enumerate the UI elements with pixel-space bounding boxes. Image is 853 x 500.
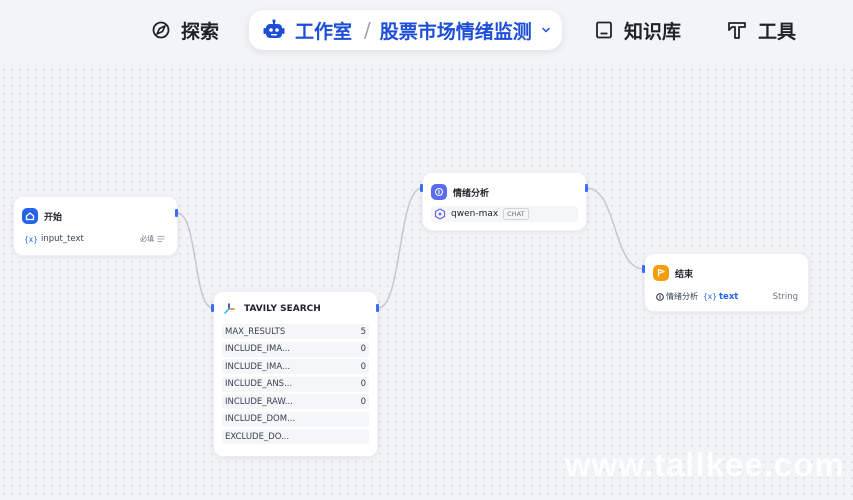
param-row: EXCLUDE_DO... (222, 429, 369, 444)
start-node-title: 开始 (44, 212, 63, 223)
param-name: INCLUDE_DOM... (225, 414, 296, 424)
nav-knowledge-label: 知识库 (624, 20, 682, 43)
param-row: INCLUDE_RAW... 0 (222, 394, 369, 409)
nav-knowledge[interactable]: 知识库 (594, 14, 681, 46)
nav-studio-label[interactable]: 工作室 (295, 17, 352, 44)
nav-tools[interactable]: 工具 (726, 14, 796, 46)
start-input-variable: input_text (40, 234, 84, 244)
sentiment-analysis-node[interactable]: 情绪分析 qwen-max CHAT (422, 172, 587, 231)
robot-icon (263, 19, 285, 38)
brain-icon (431, 184, 447, 200)
chevron-down-icon[interactable] (541, 25, 551, 35)
end-source-node: 情绪分析 (666, 292, 698, 301)
model-name: qwen-max (451, 209, 499, 219)
source-node-icon (656, 292, 664, 301)
param-name: INCLUDE_RAW... (225, 396, 293, 407)
param-row: INCLUDE_IMA... 0 (222, 359, 369, 374)
output-type: String (772, 291, 798, 302)
end-node[interactable]: 结束 情绪分析 {x} text String (644, 253, 809, 312)
param-name: INCLUDE_IMA... (225, 344, 291, 354)
param-value: 0 (360, 396, 366, 407)
tavily-node-title: TAVILY SEARCH (244, 304, 321, 314)
menu-lines-icon (157, 236, 165, 242)
param-value: 0 (360, 344, 366, 354)
start-node[interactable]: 开始 {x} input_text 必填 (13, 196, 178, 256)
search-input-handle[interactable] (211, 304, 214, 312)
llm-node-title: 情绪分析 (453, 188, 490, 199)
breadcrumb-separator: / (364, 18, 371, 42)
studio-breadcrumb[interactable]: 工作室 / 股票市场情绪监测 (249, 10, 562, 50)
qwen-logo-icon (434, 208, 446, 220)
end-input-handle[interactable] (642, 265, 645, 273)
param-value: 0 (360, 379, 366, 389)
param-name: MAX_RESULTS (225, 326, 286, 337)
model-row[interactable]: qwen-max CHAT (431, 206, 578, 222)
param-name: EXCLUDE_DO... (225, 431, 290, 442)
hammer-icon (728, 22, 746, 39)
edge-llm-end (585, 187, 645, 270)
nav-tools-label: 工具 (758, 20, 797, 43)
param-row: INCLUDE_ANS... 0 (222, 376, 369, 392)
workflow-canvas[interactable]: 开始 {x} input_text 必填 TAVILY SEARCH MAX_R… (0, 66, 853, 500)
param-value: 0 (360, 361, 366, 372)
param-value: 5 (360, 326, 366, 337)
tavily-search-node[interactable]: TAVILY SEARCH MAX_RESULTS 5 INCLUDE_IMA..… (213, 291, 378, 457)
watermark: www.tallkee.com (565, 446, 845, 483)
param-name: INCLUDE_IMA... (225, 361, 291, 372)
start-output-handle[interactable] (175, 209, 178, 217)
param-row: INCLUDE_IMA... 0 (222, 341, 369, 357)
param-row: INCLUDE_DOM... (222, 411, 369, 427)
top-navigation: 探索 工作室 / 股票市场情绪监测 知识库 工具 (0, 0, 853, 66)
llm-output-handle[interactable] (585, 184, 588, 192)
nav-explore[interactable]: 探索 (151, 14, 219, 46)
variable-icon: {x} (703, 292, 717, 301)
end-node-title: 结束 (675, 269, 694, 280)
llm-input-handle[interactable] (420, 184, 423, 192)
chat-badge: CHAT (503, 208, 529, 220)
nav-explore-label: 探索 (181, 20, 220, 43)
search-output-handle[interactable] (376, 304, 379, 312)
edge-start-search (176, 212, 214, 309)
param-row: MAX_RESULTS 5 (222, 324, 369, 339)
variable-icon: {x} (24, 234, 38, 244)
param-name: INCLUDE_ANS... (225, 379, 293, 389)
compass-icon (152, 21, 170, 39)
book-icon (596, 21, 612, 39)
end-output-variable: text (718, 291, 739, 302)
home-icon (22, 208, 38, 224)
required-label: 必填 (140, 235, 154, 243)
tavily-logo-icon (224, 303, 235, 314)
finish-flag-icon (653, 265, 669, 281)
edge-search-llm (377, 187, 423, 309)
project-name[interactable]: 股票市场情绪监测 (380, 17, 532, 44)
